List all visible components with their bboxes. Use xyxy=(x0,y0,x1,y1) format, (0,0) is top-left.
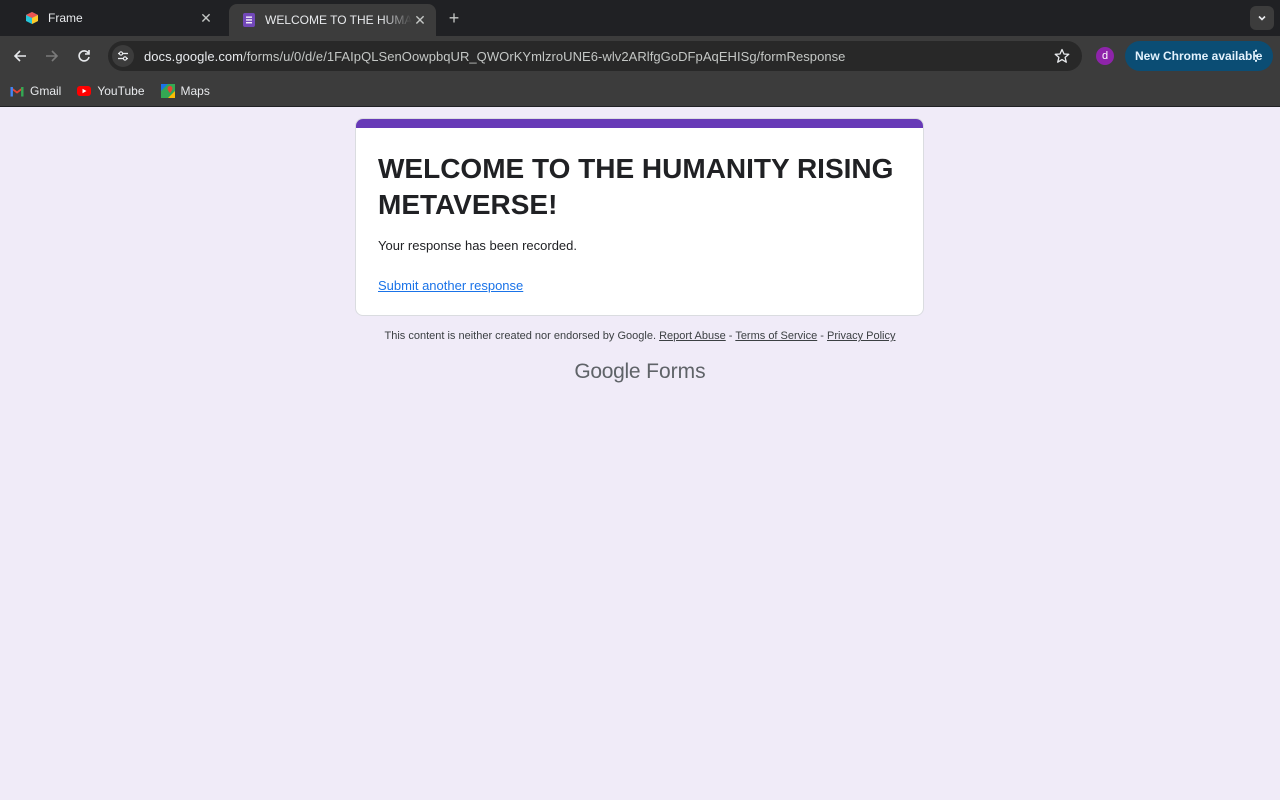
profile-avatar[interactable]: d xyxy=(1096,47,1114,65)
bookmark-maps[interactable]: Maps xyxy=(160,84,210,98)
update-label: New Chrome available xyxy=(1135,49,1263,63)
back-button[interactable] xyxy=(8,44,32,68)
reload-icon xyxy=(78,50,90,62)
address-bar[interactable]: docs.google.com/forms/u/0/d/e/1FAIpQLSen… xyxy=(108,41,1082,71)
bookmarks-bar: Gmail YouTube Maps xyxy=(0,76,1280,107)
footer-disclaimer: This content is neither created nor endo… xyxy=(0,330,1280,342)
tab-search-button[interactable] xyxy=(1250,6,1274,30)
terms-of-service-link[interactable]: Terms of Service xyxy=(735,330,817,342)
frame-favicon-icon xyxy=(24,10,40,26)
tab-title: WELCOME TO THE HUMANITY RISING METAVERSE… xyxy=(265,13,412,27)
site-settings-icon[interactable] xyxy=(112,45,134,67)
reload-button[interactable] xyxy=(72,44,96,68)
arrow-left-icon xyxy=(13,50,26,62)
report-abuse-link[interactable]: Report Abuse xyxy=(659,330,726,342)
bookmark-gmail[interactable]: Gmail xyxy=(10,84,61,98)
browser-toolbar: docs.google.com/forms/u/0/d/e/1FAIpQLSen… xyxy=(0,36,1280,76)
new-tab-icon[interactable]: + xyxy=(444,8,464,28)
form-confirmation-card: WELCOME TO THE HUMANITY RISING METAVERSE… xyxy=(355,118,924,316)
brand-forms: Forms xyxy=(646,360,706,383)
close-tab-icon[interactable]: ✕ xyxy=(198,10,214,26)
forward-button[interactable] xyxy=(40,44,64,68)
bookmark-label: Gmail xyxy=(30,84,62,98)
bookmark-label: YouTube xyxy=(97,84,145,98)
forms-favicon-icon xyxy=(241,12,257,28)
submit-another-response-link[interactable]: Submit another response xyxy=(378,278,523,293)
confirmation-message: Your response has been recorded. xyxy=(378,238,577,253)
bookmark-label: Maps xyxy=(180,84,210,98)
url-text: docs.google.com/forms/u/0/d/e/1FAIpQLSen… xyxy=(144,49,845,64)
close-tab-icon[interactable]: ✕ xyxy=(412,12,428,28)
chevron-down-icon xyxy=(1258,15,1266,21)
youtube-icon xyxy=(77,84,92,98)
tab-frame[interactable]: Frame ✕ xyxy=(12,4,222,32)
disclaimer-text: This content is neither created nor endo… xyxy=(384,330,657,342)
form-accent-bar xyxy=(356,119,923,128)
tab-forms[interactable]: WELCOME TO THE HUMANITY RISING METAVERSE… xyxy=(229,4,436,36)
more-vert-icon: ⋮ xyxy=(1249,47,1263,63)
bookmark-star-icon[interactable] xyxy=(1054,48,1070,64)
privacy-policy-link[interactable]: Privacy Policy xyxy=(827,330,895,342)
arrow-right-icon xyxy=(46,50,59,62)
maps-icon xyxy=(160,84,175,98)
new-chrome-available-button[interactable]: New Chrome available ⋮ xyxy=(1125,41,1273,71)
separator: - xyxy=(725,330,736,342)
form-title: WELCOME TO THE HUMANITY RISING METAVERSE… xyxy=(378,153,894,220)
google-forms-logo[interactable]: Google Forms xyxy=(0,360,1280,384)
tab-title: Frame xyxy=(48,11,83,25)
url-path: /forms/u/0/d/e/1FAIpQLSenOowpbqUR_QWOrKY… xyxy=(243,48,846,64)
tab-strip: Frame ✕ WELCOME TO THE HUMANITY RISING M… xyxy=(0,0,1280,36)
bookmark-youtube[interactable]: YouTube xyxy=(77,84,145,98)
separator: - xyxy=(817,330,828,342)
brand-google: Google xyxy=(574,360,641,383)
gmail-icon xyxy=(10,84,24,98)
url-host: docs.google.com xyxy=(144,48,244,64)
